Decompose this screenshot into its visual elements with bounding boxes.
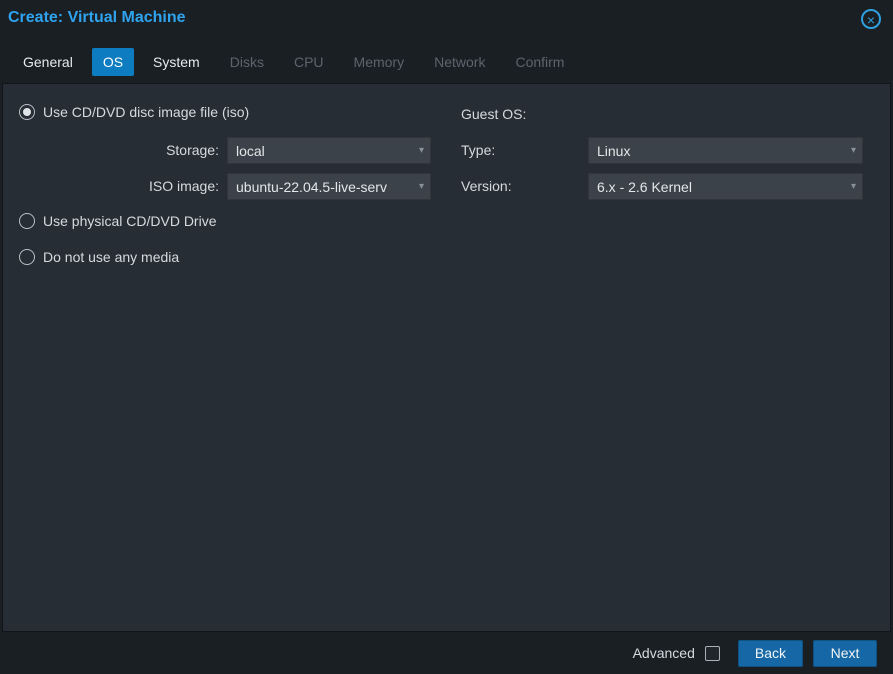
type-label: Type: [461, 142, 495, 158]
tab-os[interactable]: OS [92, 48, 134, 76]
guest-version-select[interactable]: 6.x - 2.6 Kernel ▾ [588, 173, 863, 200]
tab-memory: Memory [343, 48, 416, 76]
radio-physical-drive-label: Use physical CD/DVD Drive [43, 213, 216, 229]
tab-general[interactable]: General [12, 48, 84, 76]
advanced-checkbox[interactable] [705, 646, 720, 661]
guest-version-value: 6.x - 2.6 Kernel [597, 179, 842, 195]
radio-unselected-icon [19, 249, 35, 265]
radio-unselected-icon [19, 213, 35, 229]
create-vm-dialog: Create: Virtual Machine × General OS Sys… [0, 0, 893, 674]
tab-confirm: Confirm [504, 48, 575, 76]
wizard-tabbar: General OS System Disks CPU Memory Netwo… [0, 40, 893, 83]
guest-type-value: Linux [597, 143, 842, 159]
radio-use-iso-label: Use CD/DVD disc image file (iso) [43, 104, 249, 120]
iso-image-value: ubuntu-22.04.5-live-serv [236, 179, 410, 195]
chevron-down-icon: ▾ [851, 181, 856, 192]
tab-system[interactable]: System [142, 48, 211, 76]
os-tab-panel: Use CD/DVD disc image file (iso) Storage… [2, 83, 891, 632]
tab-cpu: CPU [283, 48, 335, 76]
tab-disks: Disks [219, 48, 275, 76]
chevron-down-icon: ▾ [851, 145, 856, 156]
radio-use-iso[interactable]: Use CD/DVD disc image file (iso) [19, 104, 249, 120]
tab-network: Network [423, 48, 496, 76]
guest-type-select[interactable]: Linux ▾ [588, 137, 863, 164]
radio-no-media[interactable]: Do not use any media [19, 249, 179, 265]
radio-selected-icon [19, 104, 35, 120]
radio-physical-drive[interactable]: Use physical CD/DVD Drive [19, 213, 216, 229]
storage-select[interactable]: local ▾ [227, 137, 431, 164]
version-label: Version: [461, 178, 512, 194]
radio-no-media-label: Do not use any media [43, 249, 179, 265]
footer-bar: Advanced Back Next [0, 632, 893, 674]
dialog-titlebar: Create: Virtual Machine × [0, 0, 893, 40]
dialog-title: Create: Virtual Machine [8, 9, 186, 27]
back-button[interactable]: Back [738, 640, 803, 667]
next-button[interactable]: Next [813, 640, 877, 667]
guest-os-heading: Guest OS: [461, 106, 526, 122]
storage-label: Storage: [19, 142, 219, 158]
chevron-down-icon: ▾ [419, 145, 424, 156]
chevron-down-icon: ▾ [419, 181, 424, 192]
advanced-label: Advanced [633, 645, 695, 661]
iso-image-select[interactable]: ubuntu-22.04.5-live-serv ▾ [227, 173, 431, 200]
close-icon[interactable]: × [861, 9, 881, 29]
iso-image-label: ISO image: [19, 178, 219, 194]
storage-value: local [236, 143, 410, 159]
